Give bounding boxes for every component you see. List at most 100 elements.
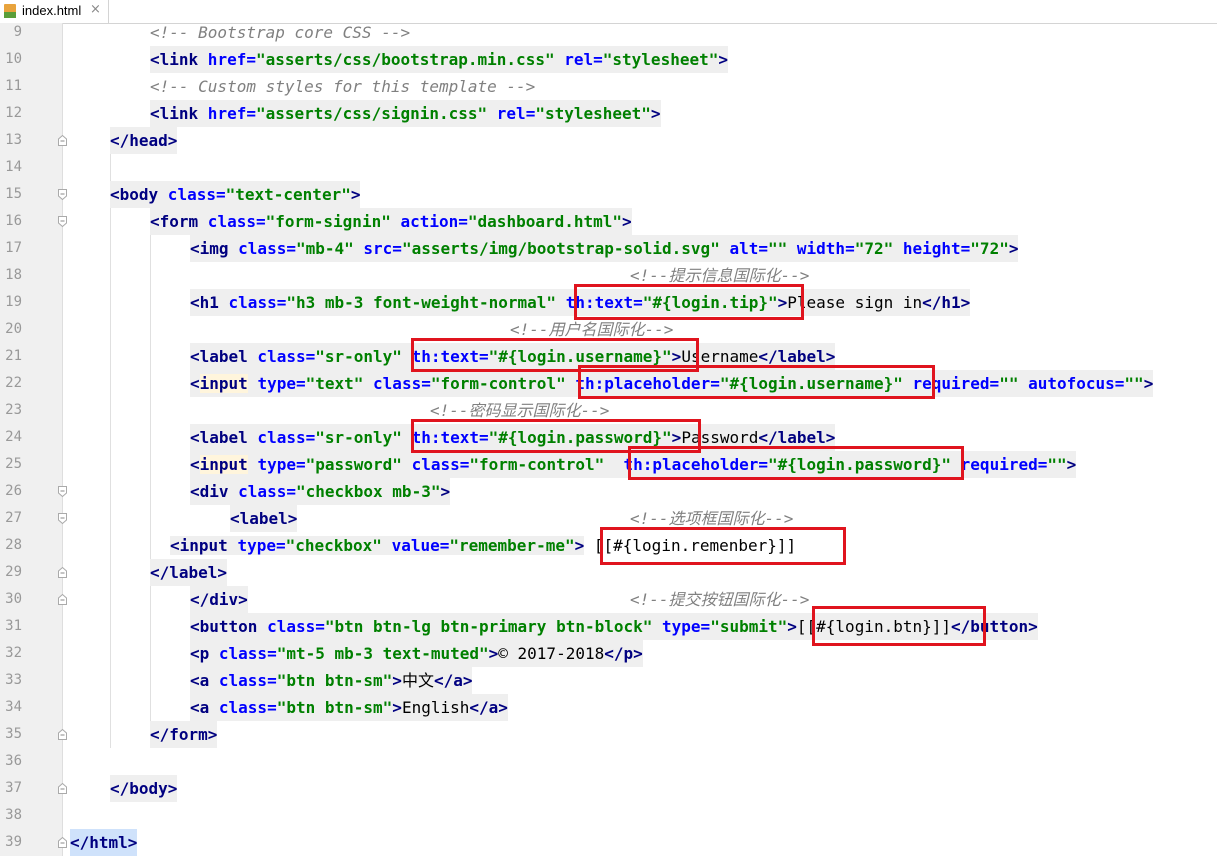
text-content: [[#{login.btn}]]	[796, 617, 952, 636]
code-line: 33 <a class="btn btn-sm">中文</a>	[0, 667, 1217, 694]
tag-close: </label>	[758, 347, 836, 366]
attr-value: "form-signin"	[265, 212, 391, 231]
tag-close: >	[440, 482, 451, 501]
line-number: 22	[5, 375, 22, 391]
attr-name: action=	[390, 212, 468, 231]
line-number: 21	[5, 348, 22, 364]
tag-close: >	[488, 644, 499, 663]
code-line: 25 <input type="password" class="form-co…	[0, 451, 1217, 478]
tag-open: <label>	[230, 509, 298, 528]
line-number: 32	[5, 645, 22, 661]
tag-open: <button	[190, 617, 258, 636]
attr-value: "#{login.password}"	[768, 455, 952, 474]
attr-value: "btn btn-sm"	[276, 698, 393, 717]
tag-open: <link	[150, 104, 199, 123]
fold-marker-icon[interactable]	[58, 513, 67, 524]
close-icon[interactable]: ×	[90, 2, 101, 17]
tag-close: >	[787, 617, 797, 636]
attr-name: alt=	[719, 239, 768, 258]
fold-marker-icon[interactable]	[58, 567, 67, 578]
attr-value: "form-control"	[469, 455, 605, 474]
html-file-icon	[4, 4, 16, 18]
tag-close: </a>	[433, 671, 473, 690]
attr-name: class=	[228, 482, 296, 501]
line-number: 36	[5, 753, 22, 769]
attr-name: class=	[228, 239, 296, 258]
code-line: 10 <link href="asserts/css/bootstrap.min…	[0, 46, 1217, 73]
fold-marker-icon[interactable]	[58, 783, 67, 794]
tag-open: <body	[110, 185, 159, 204]
tab-label: index.html	[22, 3, 82, 18]
line-number: 10	[5, 51, 22, 67]
code-line: 34 <a class="btn btn-sm">English</a>	[0, 694, 1217, 721]
line-number: 16	[5, 213, 22, 229]
attr-name: th:text=	[401, 428, 489, 447]
attr-name: height=	[893, 239, 971, 258]
attr-name: required=	[902, 374, 1000, 393]
code-line: 12 <link href="asserts/css/signin.css" r…	[0, 100, 1217, 127]
attr-value: "#{login.password}"	[488, 428, 672, 447]
attr-value: "btn btn-lg btn-primary btn-block"	[324, 617, 653, 636]
attr-name: type=	[227, 536, 286, 555]
fold-marker-icon[interactable]	[58, 189, 67, 200]
tag-open: <label	[190, 428, 248, 447]
tag-close: >	[1143, 374, 1154, 393]
line-number: 33	[5, 672, 22, 688]
comment-text: <!-- Custom styles for this template -->	[150, 77, 536, 96]
fold-marker-icon[interactable]	[58, 729, 67, 740]
fold-marker-icon[interactable]	[58, 486, 67, 497]
attr-name: class=	[218, 293, 287, 312]
attr-value: "h3 mb-3 font-weight-normal"	[286, 293, 557, 312]
tag-open: <	[190, 374, 200, 393]
text-content: English	[401, 698, 470, 717]
code-line: 14	[0, 154, 1217, 181]
tag-close: </head>	[110, 131, 178, 150]
fold-marker-icon[interactable]	[58, 594, 67, 605]
attr-value: ""	[1047, 455, 1067, 474]
fold-marker-icon[interactable]	[58, 216, 67, 227]
attr-name: class=	[209, 644, 277, 663]
text-content: Username	[681, 347, 759, 366]
line-number: 30	[5, 591, 22, 607]
attr-value: "text-center"	[225, 185, 351, 204]
line-number: 12	[5, 105, 22, 121]
tag-close: >	[671, 347, 682, 366]
attr-name: class=	[247, 428, 316, 447]
attr-value: "asserts/img/bootstrap-solid.svg"	[401, 239, 720, 258]
attr-value: "#{login.username}"	[488, 347, 672, 366]
fold-marker-icon[interactable]	[58, 837, 67, 848]
attr-value: "remember-me"	[449, 536, 575, 555]
code-line: 27 <label> <!--选项框国际化-->	[0, 505, 1217, 532]
fold-marker-icon[interactable]	[58, 135, 67, 146]
tag-close: >	[1008, 239, 1019, 258]
code-line: 15 <body class="text-center">	[0, 181, 1217, 208]
code-line: 36	[0, 748, 1217, 775]
line-number: 24	[5, 429, 22, 445]
attr-value: "checkbox"	[285, 536, 382, 555]
tag-name: input	[199, 374, 248, 393]
line-number: 37	[5, 780, 22, 796]
line-number: 27	[5, 510, 22, 526]
code-line: 38	[0, 802, 1217, 829]
attr-value: "72"	[970, 239, 1009, 258]
line-number: 39	[5, 834, 22, 850]
line-number: 17	[5, 240, 22, 256]
comment-text: <!--选项框国际化-->	[630, 509, 794, 528]
code-line: 35 </form>	[0, 721, 1217, 748]
attr-value: "sr-only"	[315, 428, 402, 447]
line-number: 15	[5, 186, 22, 202]
line-number: 31	[5, 618, 22, 634]
attr-name: th:placeholder=	[604, 455, 769, 474]
text-content: 中文	[401, 671, 434, 690]
tag-open: <	[170, 536, 180, 555]
attr-name: autofocus=	[1018, 374, 1125, 393]
attr-name: th:text=	[401, 347, 489, 366]
attr-name: class=	[158, 185, 226, 204]
line-number: 38	[5, 807, 22, 823]
tag-close: >	[650, 104, 661, 123]
tag-close: >	[574, 536, 585, 555]
code-line: 28 <input type="checkbox" value="remembe…	[0, 532, 1217, 559]
code-line: 13 </head>	[0, 127, 1217, 154]
line-number: 18	[5, 267, 22, 283]
attr-name: type=	[247, 455, 306, 474]
